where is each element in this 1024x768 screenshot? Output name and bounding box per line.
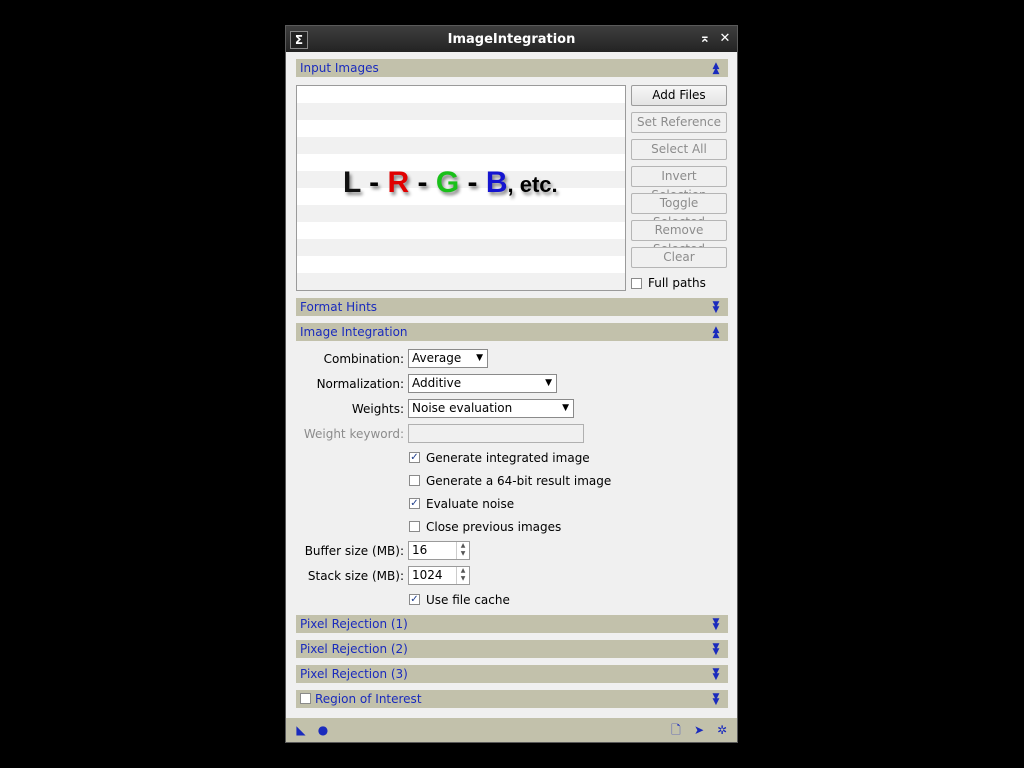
- collapse-icon[interactable]: ▲ ▲: [710, 62, 722, 76]
- new-instance-icon[interactable]: ◣: [294, 723, 308, 737]
- toggle-selected-button[interactable]: Toggle Selected: [631, 193, 727, 229]
- window-title: ImageIntegration: [447, 32, 576, 47]
- section-pixel-rejection-3-label: Pixel Rejection (3): [300, 667, 408, 681]
- full-paths-checkbox[interactable]: [631, 278, 642, 289]
- expand-icon[interactable]: ▼ ▼: [710, 618, 722, 632]
- close-previous-label: Close previous images: [426, 520, 562, 534]
- normalization-value: Additive: [412, 376, 462, 390]
- expand-icon[interactable]: ▼ ▼: [710, 668, 722, 682]
- chevron-down-icon: ▼: [476, 353, 483, 363]
- collapse-icon[interactable]: ▲ ▲: [710, 326, 722, 340]
- stack-size-spinbox[interactable]: 1024 ▲ ▼: [408, 566, 470, 585]
- title-bar[interactable]: Σ ImageIntegration ⌅ ✕: [286, 26, 737, 52]
- full-paths-label: Full paths: [648, 276, 706, 290]
- section-input-images-label: Input Images: [300, 61, 379, 75]
- section-pixel-rejection-1-label: Pixel Rejection (1): [300, 617, 408, 631]
- chevron-down-icon: ▼: [545, 378, 552, 388]
- generate-64bit-label: Generate a 64-bit result image: [426, 474, 612, 488]
- weight-keyword-field[interactable]: [408, 424, 584, 443]
- art-dash: -: [409, 166, 436, 199]
- bottom-toolbar: ◣ ● 🗋 ➤ ✲: [286, 718, 737, 742]
- section-region-of-interest[interactable]: Region of Interest ▼ ▼: [296, 690, 728, 708]
- close-previous-checkbox[interactable]: [409, 521, 420, 532]
- art-letter-b: B: [485, 166, 508, 199]
- expand-icon[interactable]: ▼ ▼: [710, 693, 722, 707]
- chevron-down-icon: ▼: [562, 403, 569, 413]
- section-input-images[interactable]: Input Images ▲ ▲: [296, 59, 728, 77]
- use-file-cache-checkbox[interactable]: ✓: [409, 594, 420, 605]
- reset-icon[interactable]: 🗋: [669, 723, 683, 737]
- combination-select[interactable]: Average ▼: [408, 349, 488, 368]
- weights-value: Noise evaluation: [412, 401, 513, 415]
- section-pixel-rejection-2[interactable]: Pixel Rejection (2) ▼ ▼: [296, 640, 728, 658]
- use-file-cache-label: Use file cache: [426, 593, 510, 607]
- spin-up-icon[interactable]: ▲: [457, 567, 469, 575]
- art-letter-g: G: [435, 166, 460, 199]
- generate-integrated-checkbox[interactable]: ✓: [409, 452, 420, 463]
- section-pixel-rejection-1[interactable]: Pixel Rejection (1) ▼ ▼: [296, 615, 728, 633]
- generate-64bit-checkbox[interactable]: [409, 475, 420, 486]
- close-icon[interactable]: ✕: [717, 31, 733, 47]
- remove-selected-button[interactable]: Remove Selected: [631, 220, 727, 256]
- section-pixel-rejection-2-label: Pixel Rejection (2): [300, 642, 408, 656]
- art-dash: -: [360, 166, 388, 199]
- evaluate-noise-label: Evaluate noise: [426, 497, 515, 511]
- section-image-integration-label: Image Integration: [300, 325, 408, 339]
- spin-down-icon[interactable]: ▼: [457, 550, 469, 558]
- art-letter-l: L: [343, 166, 361, 199]
- lrgb-placeholder-art: L - R - G - B, etc.: [343, 166, 558, 200]
- input-images-list[interactable]: L - R - G - B, etc.: [296, 85, 626, 291]
- buffer-size-spinbox[interactable]: 16 ▲ ▼: [408, 541, 470, 560]
- add-files-button[interactable]: Add Files: [631, 85, 727, 106]
- art-letter-r: R: [387, 166, 410, 199]
- region-of-interest-checkbox[interactable]: [300, 693, 311, 704]
- set-reference-button[interactable]: Set Reference: [631, 112, 727, 133]
- invert-selection-button[interactable]: Invert Selection: [631, 166, 727, 202]
- buffer-size-value: 16: [412, 543, 428, 557]
- preferences-icon[interactable]: ➤: [692, 723, 706, 737]
- art-dash: -: [459, 166, 486, 199]
- normalization-select[interactable]: Additive ▼: [408, 374, 557, 393]
- generate-integrated-label: Generate integrated image: [426, 451, 590, 465]
- weights-select[interactable]: Noise evaluation ▼: [408, 399, 574, 418]
- evaluate-noise-checkbox[interactable]: ✓: [409, 498, 420, 509]
- spin-down-icon[interactable]: ▼: [457, 575, 469, 583]
- normalization-label: Normalization:: [316, 377, 404, 391]
- section-format-hints-label: Format Hints: [300, 300, 378, 314]
- stack-size-label: Stack size (MB):: [307, 569, 404, 583]
- clear-button[interactable]: Clear: [631, 247, 727, 268]
- section-format-hints[interactable]: Format Hints ▼ ▼: [296, 298, 728, 316]
- spin-up-icon[interactable]: ▲: [457, 542, 469, 550]
- apply-global-icon[interactable]: ●: [316, 723, 330, 737]
- art-etc: , etc.: [507, 172, 558, 197]
- weight-keyword-label: Weight keyword:: [303, 427, 404, 441]
- shade-icon[interactable]: ⌅: [697, 31, 713, 47]
- expand-icon[interactable]: ▼ ▼: [710, 301, 722, 315]
- weights-label: Weights:: [351, 402, 404, 416]
- expand-icon[interactable]: ▼ ▼: [710, 643, 722, 657]
- maximize-icon[interactable]: ✲: [715, 723, 729, 737]
- stack-size-value: 1024: [412, 568, 443, 582]
- select-all-button[interactable]: Select All: [631, 139, 727, 160]
- buffer-size-label: Buffer size (MB):: [304, 544, 404, 558]
- image-integration-window: Σ ImageIntegration ⌅ ✕ Input Images ▲ ▲ L…: [285, 25, 738, 743]
- section-image-integration[interactable]: Image Integration ▲ ▲: [296, 323, 728, 341]
- combination-value: Average: [412, 351, 462, 365]
- section-region-of-interest-label: Region of Interest: [315, 692, 422, 706]
- combination-label: Combination:: [323, 352, 404, 366]
- section-pixel-rejection-3[interactable]: Pixel Rejection (3) ▼ ▼: [296, 665, 728, 683]
